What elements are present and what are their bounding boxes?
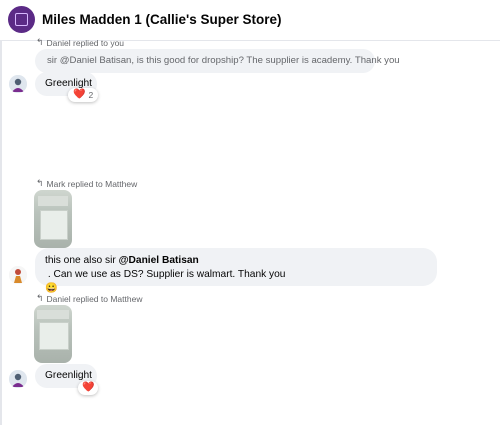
chat-title[interactable]: Miles Madden 1 (Callie's Super Store) [42, 12, 282, 27]
avatar[interactable] [9, 266, 27, 284]
reply-arrow-icon: ↰ [36, 37, 44, 47]
store-logo-icon [15, 13, 28, 26]
avatar[interactable] [9, 75, 27, 93]
heart-icon: ❤️ [73, 89, 86, 100]
message-text: this one also sir [45, 255, 119, 266]
reaction-count: 2 [88, 90, 94, 100]
divider [0, 41, 2, 425]
quoted-text: sir @Daniel Batisan, is this good for dr… [47, 55, 400, 66]
reply-indicator: ↰ Daniel replied to you [36, 37, 124, 48]
reply-indicator: ↰ Mark replied to Matthew [36, 178, 137, 189]
image-detail [37, 310, 69, 319]
chat-header: Miles Madden 1 (Callie's Super Store) [0, 0, 500, 41]
image-detail [40, 210, 68, 240]
reaction-badge[interactable]: ❤️ [78, 381, 99, 395]
user-avatar-icon [9, 370, 27, 388]
message-text: Greenlight [45, 370, 93, 381]
reply-indicator: ↰ Daniel replied to Matthew [36, 293, 142, 304]
reaction-badge[interactable]: ❤️ 2 [68, 88, 99, 102]
user-avatar-icon [9, 266, 27, 284]
quoted-image[interactable] [34, 190, 72, 248]
image-detail [39, 322, 69, 350]
reply-info-text: Mark replied to Matthew [46, 178, 138, 189]
quoted-image[interactable] [34, 305, 72, 363]
reply-info-text: Daniel replied to Matthew [46, 293, 143, 304]
mention-link[interactable]: @Daniel Batisan [119, 255, 199, 266]
message-bubble[interactable]: this one also sir @Daniel Batisan . Can … [35, 248, 437, 294]
avatar[interactable] [9, 370, 27, 388]
reply-arrow-icon: ↰ [36, 293, 44, 303]
group-avatar[interactable] [8, 6, 35, 33]
reply-arrow-icon: ↰ [36, 178, 44, 188]
user-avatar-icon [9, 75, 27, 93]
image-detail [38, 196, 68, 206]
quoted-message[interactable]: sir @Daniel Batisan, is this good for dr… [35, 49, 400, 73]
heart-icon: ❤️ [82, 382, 95, 393]
message-text: . Can we use as DS? Supplier is walmart.… [45, 269, 286, 280]
reply-info-text: Daniel replied to you [46, 37, 125, 48]
